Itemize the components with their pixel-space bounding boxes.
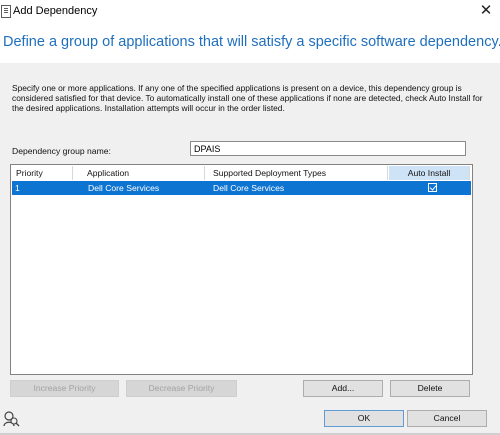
group-name-input[interactable]: DPAIS	[190, 141, 466, 156]
page-heading: Define a group of applications that will…	[3, 34, 500, 50]
delete-button[interactable]: Delete	[390, 380, 470, 397]
close-icon[interactable]: ✕	[476, 1, 496, 21]
cancel-button[interactable]: Cancel	[407, 410, 487, 427]
cell-priority: 1	[15, 183, 20, 193]
person-search-icon[interactable]	[2, 410, 20, 428]
column-header-deployment-types[interactable]: Supported Deployment Types	[209, 166, 388, 180]
table-row[interactable]: 1 Dell Core Services Dell Core Services	[12, 181, 471, 195]
auto-install-checkbox[interactable]	[428, 183, 437, 192]
description-text: Specify one or more applications. If any…	[12, 83, 483, 113]
add-button[interactable]: Add...	[303, 380, 383, 397]
cell-application: Dell Core Services	[88, 183, 160, 193]
applications-grid[interactable]: Priority Application Supported Deploymen…	[10, 164, 473, 375]
group-name-label: Dependency group name:	[12, 146, 111, 156]
column-header-application[interactable]: Application	[83, 166, 205, 180]
increase-priority-button[interactable]: Increase Priority	[10, 380, 119, 397]
column-header-priority[interactable]: Priority	[12, 166, 73, 180]
cell-deployment-types: Dell Core Services	[213, 183, 285, 193]
document-icon	[1, 5, 11, 18]
column-header-auto-install[interactable]: Auto Install	[389, 166, 470, 180]
ok-button[interactable]: OK	[324, 410, 404, 427]
window-title: Add Dependency	[13, 5, 98, 17]
decrease-priority-button[interactable]: Decrease Priority	[126, 380, 237, 397]
title-bar: Add Dependency ✕	[0, 0, 500, 24]
